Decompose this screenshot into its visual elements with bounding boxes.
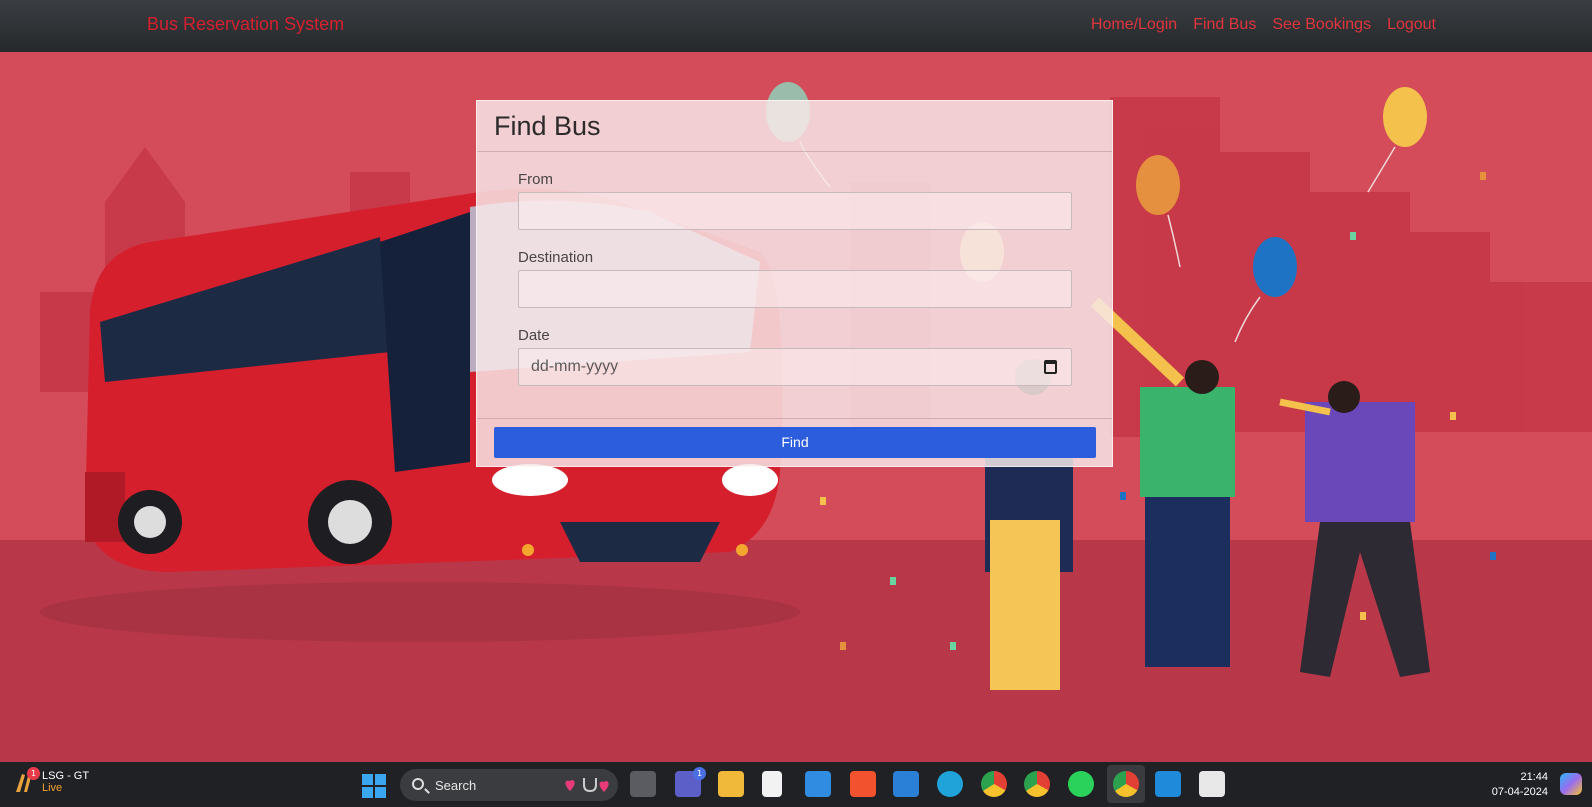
chrome-icon-2[interactable] xyxy=(1024,771,1050,797)
taskbar-search[interactable]: Search xyxy=(400,769,618,801)
vscode-icon[interactable] xyxy=(1155,771,1181,797)
search-placeholder: Search xyxy=(435,778,477,793)
sports-widget[interactable]: 1 LSG - GT Live xyxy=(12,767,90,794)
clock-date: 07-04-2024 xyxy=(1491,786,1548,798)
date-label: Date xyxy=(518,327,550,344)
card-footer-divider xyxy=(477,418,1112,419)
widget-badge: 1 xyxy=(27,767,40,780)
teams-badge: 1 xyxy=(693,767,706,780)
from-input[interactable] xyxy=(518,192,1072,230)
microsoft-store-icon[interactable] xyxy=(805,771,831,797)
find-bus-card: Find Bus From Destination Date dd-mm-yyy… xyxy=(476,100,1113,467)
from-label: From xyxy=(518,171,553,188)
file-explorer-icon[interactable] xyxy=(718,771,744,797)
clock-time: 21:44 xyxy=(1520,771,1548,783)
nav-links: Home/Login Find Bus See Bookings Logout xyxy=(1091,16,1436,34)
nav-find-bus[interactable]: Find Bus xyxy=(1193,16,1256,34)
system-clock[interactable]: 21:44 07-04-2024 xyxy=(1492,770,1548,800)
copilot-icon[interactable] xyxy=(1560,773,1582,795)
destination-label: Destination xyxy=(518,249,594,266)
snipping-tool-icon[interactable] xyxy=(1199,771,1225,797)
destination-input[interactable] xyxy=(518,270,1072,308)
date-input[interactable]: dd-mm-yyyy xyxy=(518,348,1072,386)
windows-start-icon[interactable] xyxy=(362,774,386,798)
nav-see-bookings[interactable]: See Bookings xyxy=(1272,16,1371,34)
date-placeholder: dd-mm-yyyy xyxy=(531,358,619,375)
brand-link[interactable]: Bus Reservation System xyxy=(147,14,344,35)
notepad-icon[interactable] xyxy=(762,771,782,797)
taskbar: 1 LSG - GT Live Search 1 21:44 07-04-202… xyxy=(0,762,1592,807)
nav-logout[interactable]: Logout xyxy=(1387,16,1436,34)
card-header-divider xyxy=(477,151,1112,152)
task-view-icon[interactable] xyxy=(630,771,656,797)
chrome-active-icon[interactable] xyxy=(1107,765,1145,803)
teams-icon[interactable]: 1 xyxy=(675,767,706,797)
brave-icon[interactable] xyxy=(850,771,876,797)
navbar: Bus Reservation System Home/Login Find B… xyxy=(0,0,1592,52)
find-button[interactable]: Find xyxy=(494,427,1096,458)
whatsapp-icon[interactable] xyxy=(1068,771,1094,797)
calendar-icon[interactable] xyxy=(1044,360,1057,374)
nav-home-login[interactable]: Home/Login xyxy=(1091,16,1177,34)
cricket-icon: 1 xyxy=(12,767,40,794)
widget-title: LSG - GT xyxy=(42,770,90,782)
widget-status: Live xyxy=(42,782,63,794)
search-icon xyxy=(412,778,424,790)
mail-icon[interactable] xyxy=(893,771,919,797)
edge-icon[interactable] xyxy=(937,771,963,797)
search-highlight-icon xyxy=(565,778,609,793)
card-title: Find Bus xyxy=(494,111,601,141)
chrome-icon[interactable] xyxy=(981,771,1007,797)
